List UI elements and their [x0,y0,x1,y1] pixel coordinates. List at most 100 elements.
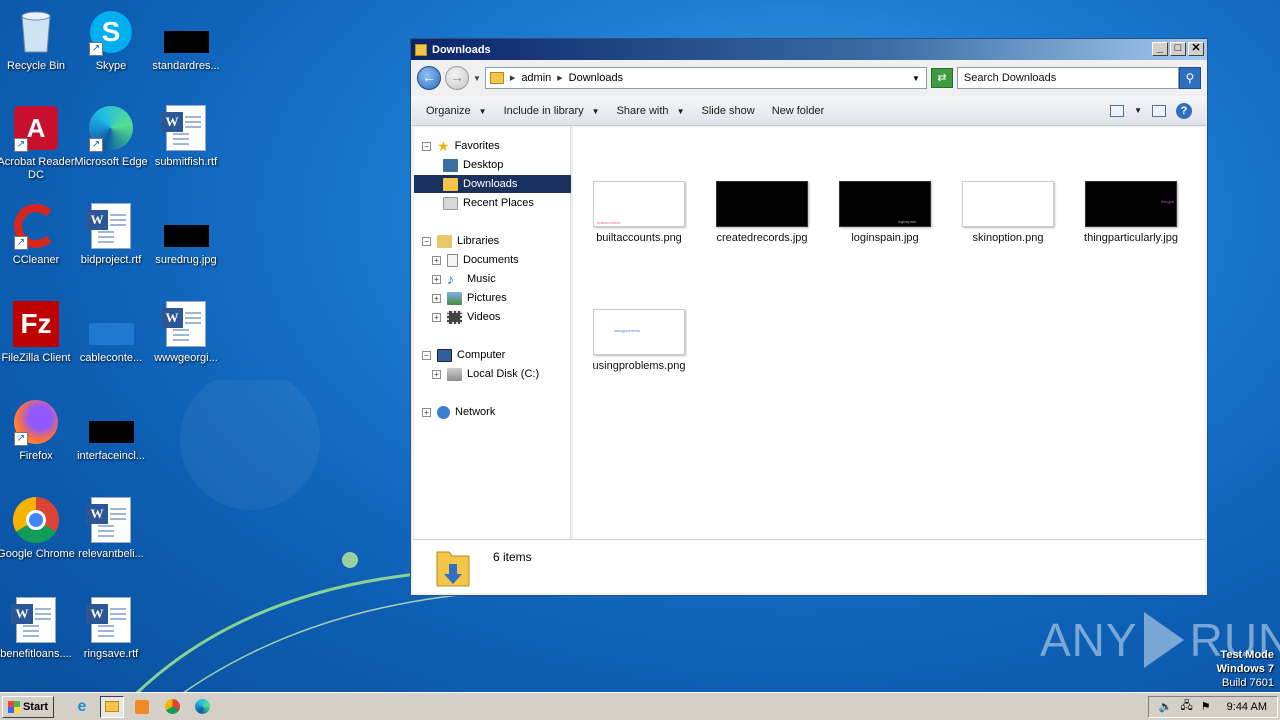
new-folder-button[interactable]: New folder [772,105,825,117]
nav-item-network[interactable]: + Network [422,403,495,421]
file-item[interactable]: skinoption.png [953,181,1063,245]
nav-item-documents[interactable]: + Documents [432,251,519,269]
slide-show-button[interactable]: Slide show [701,105,754,117]
internet-explorer-icon[interactable]: e [70,696,94,718]
forward-button[interactable]: → [445,66,469,90]
nav-item-computer[interactable]: − Computer [422,346,505,364]
nav-label: Favorites [454,140,500,152]
file-item[interactable]: thingpa thingparticularly.jpg [1076,181,1186,245]
breadcrumb-admin[interactable]: admin [521,72,551,84]
collapse-icon[interactable]: − [422,236,431,246]
edge-icon: ↗ [87,104,135,152]
organize-button[interactable]: Organize ▼ [426,105,487,117]
nav-item-libraries[interactable]: − Libraries [422,232,499,250]
window-title: Downloads [432,43,491,56]
word-doc-icon: W [161,300,210,348]
minimize-button[interactable]: _ [1152,42,1168,56]
desktop-icon-cableconte[interactable]: cableconte... [72,300,150,365]
address-bar[interactable]: ▶ admin ▶ Downloads ▼ [484,67,927,89]
desktop-icon-acrobat[interactable]: A ↗ Acrobat Reader DC [0,104,75,182]
edge-taskbar-icon[interactable] [190,696,214,718]
desktop-icon-suredrug[interactable]: suredrug.jpg [147,202,225,267]
search-input[interactable]: Search Downloads [956,67,1179,89]
action-center-flag-icon[interactable]: ⚑ [1201,700,1211,713]
share-with-button[interactable]: Share with ▼ [617,105,685,117]
thumbnail-caption: builtaccounts [597,220,621,225]
documents-icon [447,253,458,267]
desktop-icon-label: Google Chrome [0,548,75,560]
word-doc-icon: W [11,596,60,644]
network-tray-icon[interactable]: 🖧 [1181,697,1193,716]
clock[interactable]: 9:44 AM [1227,701,1267,713]
nav-label: Recent Places [463,197,534,209]
desktop-icon-interfaceincl[interactable]: interfaceincl... [72,398,150,463]
desktop-icon-bidproject[interactable]: W bidproject.rtf [72,202,150,267]
desktop-icon-label: benefitloans.... [0,648,72,660]
start-label: Start [22,700,49,713]
nav-item-desktop[interactable]: Desktop [443,156,503,174]
change-view-icon[interactable] [1110,104,1125,117]
desktop-icon-recycle-bin[interactable]: Recycle Bin [0,8,75,73]
explorer-taskbar-icon[interactable] [100,695,124,718]
chevron-down-icon[interactable]: ▼ [912,74,920,83]
desktop-icon-submitfish[interactable]: W submitfish.rtf [147,104,225,169]
expand-icon[interactable]: + [432,293,441,303]
include-in-library-button[interactable]: Include in library ▼ [504,105,600,117]
desktop-icon-benefitloans[interactable]: W benefitloans.... [0,596,75,661]
media-player-icon[interactable] [130,696,154,718]
desktop-icon-chrome[interactable]: Google Chrome [0,496,75,561]
file-item[interactable]: usingproblems usingproblems.png [584,309,694,373]
chevron-down-icon[interactable]: ▼ [1134,106,1142,115]
recent-pages-dropdown[interactable]: ▼ [473,74,481,83]
desktop-icon-firefox[interactable]: ↗ Firefox [0,398,75,463]
expand-icon[interactable]: + [432,274,441,284]
desktop-icon-skype[interactable]: S ↗ Skype [72,8,150,73]
nav-item-pictures[interactable]: + Pictures [432,289,507,307]
nav-item-favorites[interactable]: − ★ Favorites [422,137,500,155]
window-titlebar[interactable]: Downloads [411,39,1207,60]
desktop-icon-ccleaner[interactable]: ↗ CCleaner [0,202,75,267]
libraries-icon [437,234,452,248]
maximize-button[interactable]: □ [1170,42,1186,56]
start-button[interactable]: Start [2,695,54,718]
nav-label: Videos [467,311,501,323]
nav-item-downloads[interactable]: Downloads [414,175,571,193]
chrome-taskbar-icon[interactable] [160,696,184,718]
file-item[interactable]: createdrecords.jpg [707,181,817,245]
search-icon[interactable]: ⚲ [1178,67,1201,89]
chrome-icon [12,496,60,544]
desktop-icon-filezilla[interactable]: Fz FileZilla Client [0,300,75,365]
system-tray: 🔈 🖧 ⚑ 9:44 AM [1147,695,1278,718]
close-button[interactable]: ✕ [1188,42,1204,56]
preview-pane-icon[interactable] [1152,104,1166,117]
nav-item-recent-places[interactable]: Recent Places [443,194,534,212]
nav-item-music[interactable]: + ♪ Music [432,270,496,288]
nav-item-videos[interactable]: + Videos [432,308,500,326]
nav-label: Network [455,406,496,418]
desktop-icon-wwwgeorgi[interactable]: W wwwgeorgi... [147,300,225,365]
chevron-right-icon[interactable]: ▶ [557,74,562,82]
organize-label: Organize [426,104,471,117]
collapse-icon[interactable]: − [422,141,431,151]
file-item[interactable]: builtaccounts builtaccounts.png [584,181,694,245]
desktop-icon-label: suredrug.jpg [155,254,217,266]
expand-icon[interactable]: + [432,312,441,322]
nav-item-local-disk[interactable]: + Local Disk (C:) [432,365,539,383]
expand-icon[interactable]: + [432,255,441,265]
collapse-icon[interactable]: − [422,350,431,360]
breadcrumb-downloads[interactable]: Downloads [569,72,623,84]
test-mode-line: Windows 7 [1216,663,1274,675]
chevron-right-icon[interactable]: ▶ [510,74,515,82]
file-item[interactable]: loginspain loginspain.jpg [830,181,940,245]
desktop-icon-edge[interactable]: ↗ Microsoft Edge [72,104,150,169]
expand-icon[interactable]: + [432,369,441,379]
help-icon[interactable]: ? [1176,102,1192,119]
desktop-icon-standardres[interactable]: standardres... [147,8,225,73]
desktop-icon-label: relevantbeli... [78,548,144,560]
desktop-icon-ringsave[interactable]: W ringsave.rtf [72,596,150,661]
back-button[interactable]: ← [417,66,441,90]
speaker-icon[interactable]: 🔈 [1159,700,1173,713]
refresh-button[interactable]: ⇄ [930,68,953,88]
expand-icon[interactable]: + [422,407,431,417]
desktop-icon-relevantbeli[interactable]: W relevantbeli... [72,496,150,561]
